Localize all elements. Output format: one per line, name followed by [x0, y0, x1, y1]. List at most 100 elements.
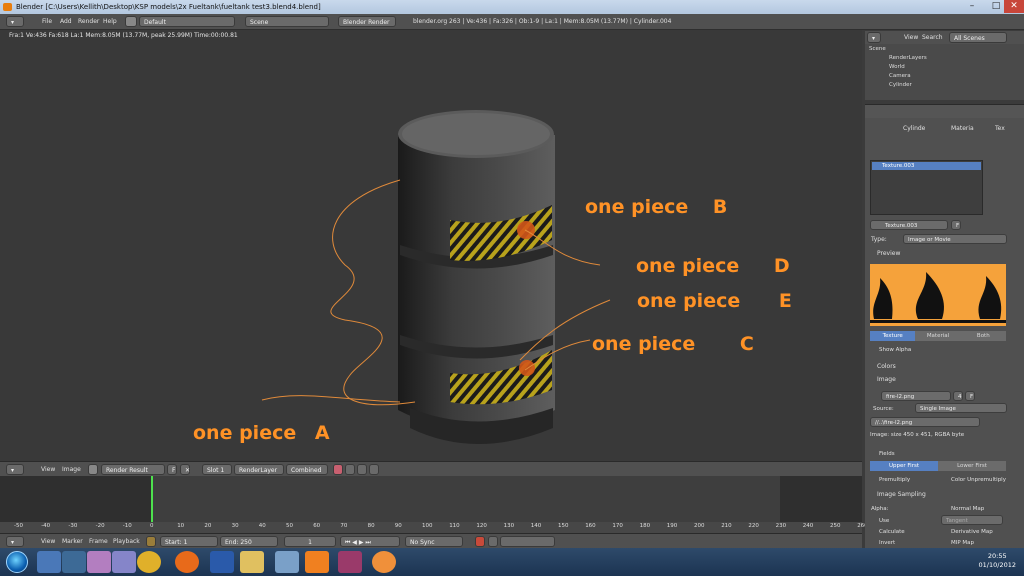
playback-controls[interactable]: ⏮ ◀ ▶ ⏭ [340, 536, 400, 547]
image-name-field[interactable]: Render Result [101, 464, 165, 475]
sample-icon[interactable] [369, 464, 379, 475]
outliner-row-world[interactable]: World [865, 63, 1017, 72]
close-button[interactable]: ✕ [1004, 0, 1024, 13]
layout-select[interactable]: Default [139, 16, 235, 27]
chrome-icon[interactable] [137, 551, 161, 573]
sync-select[interactable]: No Sync [405, 536, 463, 547]
menu-add[interactable]: Add [57, 17, 75, 27]
preview-panel-header[interactable]: Preview [877, 250, 900, 257]
texture-fake-user-button[interactable]: F [951, 220, 961, 230]
pass-select[interactable]: Combined [286, 464, 328, 475]
menu-frame[interactable]: Frame [86, 537, 111, 547]
outliner-row-cylinder[interactable]: Cylinder [865, 81, 1017, 90]
preview-range-icon[interactable] [146, 536, 156, 547]
menu-marker[interactable]: Marker [59, 537, 86, 547]
context-tabs[interactable] [865, 105, 1024, 118]
teamspeak-icon[interactable] [112, 551, 136, 573]
preview-tab-material[interactable]: Material [915, 331, 961, 341]
texture-slot-list[interactable]: Texture.003 [870, 160, 983, 215]
colors-panel-header[interactable]: Colors [877, 363, 896, 370]
texture-name-field[interactable]: Texture.003 [870, 220, 948, 230]
winrar-icon[interactable] [338, 551, 362, 573]
outliner-row-camera[interactable]: Camera [865, 72, 1017, 81]
editor-type-button[interactable]: ▾ [867, 32, 881, 43]
breadcrumb-texture[interactable]: Tex [995, 125, 1005, 132]
render-layer-select[interactable]: RenderLayer [234, 464, 284, 475]
menu-image[interactable]: Image [59, 465, 84, 475]
image-browse-icon[interactable] [88, 464, 98, 475]
slot-select[interactable]: Slot 1 [202, 464, 232, 475]
display-channels-icon[interactable] [333, 464, 343, 475]
normal-map-checkbox[interactable]: Normal Map [951, 506, 984, 512]
breadcrumb-object[interactable]: Cylinde [903, 125, 925, 132]
image-name-field[interactable]: fire-l2.png [881, 391, 951, 401]
texture-slot-active[interactable]: Texture.003 [872, 162, 981, 170]
premultiply-checkbox[interactable]: Premultiply [879, 477, 910, 483]
show-alpha-checkbox[interactable]: Show Alpha [879, 347, 911, 353]
scene-select[interactable]: Scene [245, 16, 329, 27]
current-frame-field[interactable]: 1 [284, 536, 336, 547]
minimize-button[interactable]: – [960, 0, 984, 13]
image-sampling-panel-header[interactable]: Image Sampling [877, 491, 926, 498]
unlink-icon[interactable]: ✕ [180, 464, 190, 475]
outliner-row-scene[interactable]: Scene [865, 45, 1017, 54]
outliner-search-menu[interactable]: Search [919, 33, 946, 43]
source-select[interactable]: Single Image [915, 403, 1007, 413]
menu-render[interactable]: Render [75, 17, 102, 27]
filepath-field[interactable]: //..\fire-l2.png [870, 417, 980, 427]
end-frame-field[interactable]: End: 250 [220, 536, 278, 547]
firefox-icon[interactable] [175, 551, 199, 573]
outliner-row-renderlayers[interactable]: RenderLayers [865, 54, 1017, 63]
record-icon[interactable] [475, 536, 485, 547]
ruler-tick-label: -20 [95, 523, 105, 529]
render-engine-select[interactable]: Blender Render [338, 16, 396, 27]
menu-help[interactable]: Help [100, 17, 120, 27]
fake-user-button[interactable]: F [167, 464, 177, 475]
field-tab-lower[interactable]: Lower First [938, 461, 1006, 471]
fields-checkbox[interactable]: Fields [879, 451, 895, 457]
keying-set-field[interactable] [500, 536, 555, 547]
ruler-tick-label: -30 [68, 523, 78, 529]
menu-file[interactable]: File [39, 17, 55, 27]
use-alpha-checkbox[interactable]: Use [879, 518, 889, 524]
ruler-tick-label: 250 [830, 523, 841, 529]
editor-type-button[interactable]: ▾ [6, 464, 24, 475]
blender-icon[interactable] [372, 551, 396, 573]
word-icon[interactable] [210, 551, 234, 573]
editor-type-button[interactable]: ▾ [6, 16, 24, 27]
start-button[interactable] [6, 551, 28, 573]
image-fake-user-button[interactable]: F [965, 391, 975, 401]
vlc-icon[interactable] [305, 551, 329, 573]
menu-playback[interactable]: Playback [110, 537, 143, 547]
show-desktop-icon[interactable] [37, 551, 61, 573]
ruler-tick-label: 120 [476, 523, 487, 529]
image-panel-header[interactable]: Image [877, 376, 896, 383]
window-switcher-icon[interactable] [62, 551, 86, 573]
start-frame-field[interactable]: Start: 1 [160, 536, 218, 547]
derivative-map-checkbox[interactable]: Derivative Map [951, 529, 993, 535]
outliner-display-select[interactable]: All Scenes [949, 32, 1007, 43]
system-clock[interactable]: 20:55 01/10/2012 [979, 552, 1016, 570]
paint-icon[interactable] [357, 464, 367, 475]
preview-tab-texture[interactable]: Texture [870, 331, 916, 341]
editor-type-button[interactable]: ▾ [6, 536, 24, 547]
layout-icon[interactable] [125, 16, 137, 27]
invert-alpha-checkbox[interactable]: Invert [879, 540, 895, 546]
app-icon[interactable] [275, 551, 299, 573]
messenger-icon[interactable] [87, 551, 111, 573]
preview-tab-both[interactable]: Both [960, 331, 1006, 341]
annotation-b-letter: B [712, 196, 728, 218]
breadcrumb-material[interactable]: Materia [951, 125, 974, 132]
draw-mode-icon[interactable] [345, 464, 355, 475]
explorer-icon[interactable] [240, 551, 264, 573]
menu-view[interactable]: View [38, 465, 58, 475]
menu-view[interactable]: View [38, 537, 58, 547]
keying-icon[interactable] [488, 536, 498, 547]
tangent-select[interactable]: Tangent [941, 515, 1003, 525]
color-unpremultiply-checkbox[interactable]: Color Unpremultiply [951, 477, 1006, 483]
calculate-alpha-checkbox[interactable]: Calculate [879, 529, 905, 535]
field-tab-upper[interactable]: Upper First [870, 461, 938, 471]
texture-type-select[interactable]: Image or Movie [903, 234, 1007, 244]
mip-map-checkbox[interactable]: MIP Map [951, 540, 974, 546]
image-users-count[interactable]: 4 [953, 391, 963, 401]
